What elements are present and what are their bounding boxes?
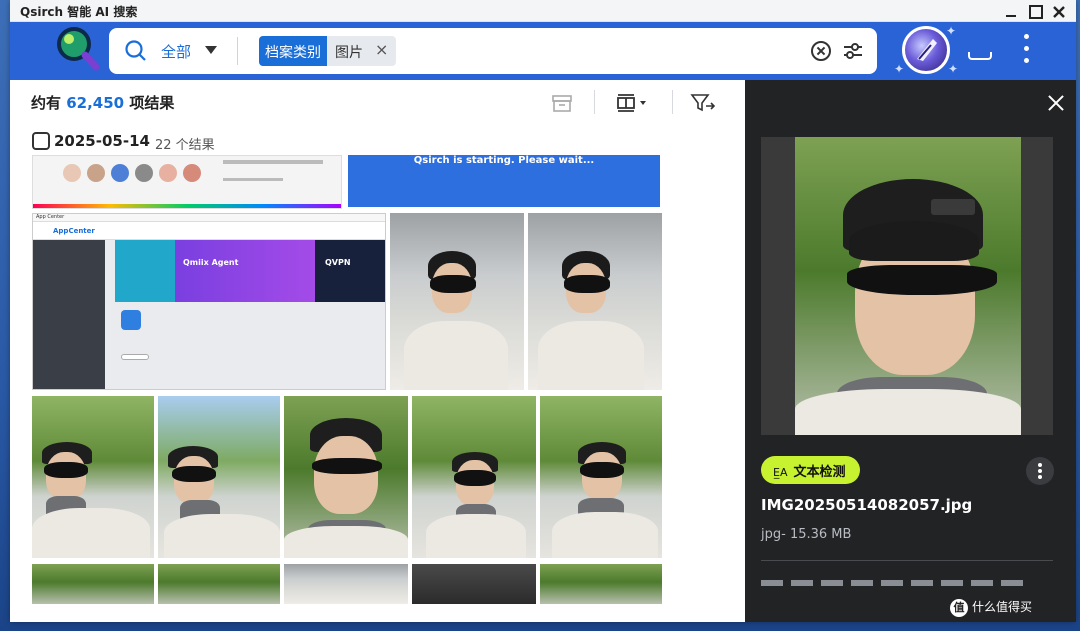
result-thumbnail[interactable] xyxy=(158,396,280,558)
sparkle-icon: ✦ xyxy=(946,24,957,38)
layout-icon[interactable] xyxy=(616,92,652,114)
qsirch-window: Qsirch 智能 AI 搜索 全部 档案类别 图片 × ✦ ✦ ✦ 约有 62… xyxy=(10,0,1076,622)
result-thumbnail[interactable] xyxy=(412,396,536,558)
date-group-count: 22 个结果 xyxy=(155,138,215,153)
search-icon[interactable] xyxy=(125,40,147,62)
result-count-suffix: 项结果 xyxy=(124,94,175,112)
text-scan-icon: E̲A xyxy=(773,466,788,479)
watermark-logo-icon: 值 xyxy=(950,599,968,617)
result-thumbnail[interactable] xyxy=(32,155,342,209)
preview-panel: E̲A 文本检测 IMG20250514082057.jpg jpg- 15.36… xyxy=(745,80,1076,622)
watermark-text: 什么值得买 xyxy=(972,600,1033,614)
close-icon[interactable] xyxy=(1047,94,1065,112)
more-vertical-icon[interactable] xyxy=(1024,34,1030,64)
thumb-banner2: QVPN xyxy=(325,258,351,267)
result-thumbnail[interactable] xyxy=(540,396,662,558)
clear-circle-icon[interactable] xyxy=(811,41,831,61)
close-window-icon[interactable] xyxy=(1052,4,1066,18)
results-pane: 约有 62,450 项结果 2025-05-14 22 个结果 Qsirch i… xyxy=(10,80,745,622)
sparkle-icon: ✦ xyxy=(894,62,905,76)
maximize-icon[interactable] xyxy=(1028,4,1043,19)
title-bar: Qsirch 智能 AI 搜索 xyxy=(10,0,1076,22)
file-name: IMG20250514082057.jpg xyxy=(761,496,973,514)
result-count: 约有 62,450 项结果 xyxy=(31,92,174,113)
ai-assistant-avatar[interactable] xyxy=(902,26,950,74)
file-meta: jpg- 15.36 MB xyxy=(761,527,852,542)
tray-icon[interactable] xyxy=(968,52,992,60)
search-bar: 全部 档案类别 图片 × xyxy=(109,28,877,74)
thumb-wait-message: Qsirch is starting. Please wait... xyxy=(413,155,595,166)
minimize-icon[interactable] xyxy=(1004,4,1018,18)
date-group-checkbox[interactable] xyxy=(32,132,50,150)
thumb-avatars xyxy=(63,164,203,186)
result-thumbnail[interactable] xyxy=(32,396,154,558)
result-thumbnail[interactable] xyxy=(284,396,408,558)
thumb-app-brand: AppCenter xyxy=(53,227,95,235)
thumb-app-title: App Center xyxy=(36,214,65,220)
thumb-banner1: Qmiix Agent xyxy=(183,258,239,267)
result-thumbnail[interactable] xyxy=(158,564,280,604)
watermark: 值什么值得买 xyxy=(950,598,1032,617)
filter-funnel-icon[interactable] xyxy=(690,92,716,114)
result-thumbnail[interactable] xyxy=(412,564,536,604)
filter-chip[interactable]: 档案类别 图片 × xyxy=(259,36,397,66)
result-thumbnail[interactable]: App Center AppCenter Qmiix Agent QVPN xyxy=(32,213,386,390)
result-thumbnail[interactable] xyxy=(390,213,524,390)
window-title: Qsirch 智能 AI 搜索 xyxy=(20,5,138,19)
divider xyxy=(594,90,595,114)
preview-image[interactable] xyxy=(795,137,1021,435)
file-path-row xyxy=(761,574,1053,588)
sparkle-icon: ✦ xyxy=(948,62,959,76)
filter-chip-value: 图片 xyxy=(335,45,363,61)
archive-icon[interactable] xyxy=(551,92,573,114)
chevron-down-icon[interactable] xyxy=(205,46,217,54)
result-count-value: 62,450 xyxy=(66,94,125,112)
filter-sliders-icon[interactable] xyxy=(842,40,864,62)
preview-image-frame xyxy=(761,137,1053,435)
result-thumbnail[interactable] xyxy=(284,564,408,604)
divider xyxy=(672,90,673,114)
date-group-date: 2025-05-14 xyxy=(54,132,150,150)
result-thumbnail[interactable] xyxy=(540,564,662,604)
divider xyxy=(237,37,238,65)
text-detection-label: 文本检测 xyxy=(793,465,846,480)
app-header: 全部 档案类别 图片 × ✦ ✦ ✦ xyxy=(10,22,1076,80)
close-icon[interactable]: × xyxy=(371,36,396,66)
result-thumbnail[interactable] xyxy=(528,213,662,390)
search-scope-label[interactable]: 全部 xyxy=(161,41,191,62)
result-count-prefix: 约有 xyxy=(31,94,67,112)
filter-chip-key: 档案类别 xyxy=(259,36,327,66)
more-vertical-icon[interactable] xyxy=(1026,457,1054,485)
result-thumbnail[interactable]: Qsirch is starting. Please wait... xyxy=(348,155,660,207)
divider xyxy=(761,560,1053,561)
qsirch-logo-icon[interactable] xyxy=(56,26,100,72)
text-detection-button[interactable]: E̲A 文本检测 xyxy=(761,456,860,484)
result-thumbnail[interactable] xyxy=(32,564,154,604)
